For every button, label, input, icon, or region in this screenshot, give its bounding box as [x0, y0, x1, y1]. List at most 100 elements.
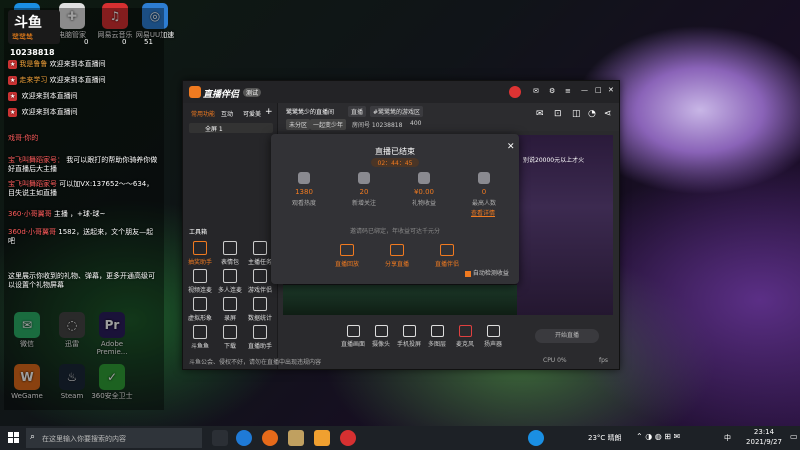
search-placeholder: 在这里输入你要搜索的内容 [42, 435, 126, 443]
toolbox-item[interactable]: 下载 [217, 325, 243, 350]
netease-music-taskbar-icon[interactable] [340, 430, 356, 446]
toolbox-item[interactable]: 数据统计 [247, 297, 273, 322]
stat-label: 观看热度 [291, 200, 316, 207]
clock-time[interactable]: 23:14 [744, 428, 784, 436]
stat-label: 最高人数 [471, 200, 496, 207]
toolbox-item[interactable]: 斗鱼鱼 [187, 325, 213, 350]
category-chip[interactable]: 直播 [348, 106, 367, 117]
cpu-usage: CPU 0% [543, 357, 567, 364]
start-stream-button[interactable]: 开始直播 [535, 329, 599, 343]
chat-message: 戏哥·你的 [8, 134, 158, 143]
camera-icon[interactable]: ◫ [572, 109, 581, 119]
tool-icon [193, 297, 207, 311]
tool-label: 主播任务 [247, 259, 272, 266]
clock-date[interactable]: 2021/9/27 [744, 438, 784, 446]
scene-item[interactable]: 全屏 1 [189, 123, 273, 133]
toolbox-item[interactable]: 游戏伴侣 [247, 269, 273, 294]
source-icon [430, 325, 444, 337]
tool-icon [193, 325, 207, 339]
tool-icon [193, 241, 207, 255]
toolbox-item[interactable]: 表情包 [217, 241, 243, 266]
toolbox-item[interactable]: 主播任务 [247, 241, 273, 266]
input-language[interactable]: 中 [724, 433, 731, 443]
maximize-icon[interactable]: □ [595, 86, 602, 94]
stream-title[interactable]: 鹭鹭鸶少的直播间 [286, 107, 334, 116]
chat-message: ★ 走来学习 欢迎来到本直播间 [8, 76, 158, 85]
stat-label: 新增关注 [351, 200, 376, 207]
notification-center-icon[interactable]: ▭ [790, 432, 798, 441]
toolbox-item[interactable]: 视频连麦 [187, 269, 213, 294]
tab-beauty[interactable]: 可爱美 [243, 109, 261, 118]
auto-check[interactable]: 自动检测收益 [465, 268, 509, 277]
chat-message: ★ 我是鲁鲁 欢迎来到本直播间 [8, 60, 158, 69]
stream-source-tool[interactable]: 直播画面 [339, 325, 367, 348]
dialog-action-button[interactable]: 分享直播 [377, 244, 417, 268]
source-label: 多图层 [427, 341, 446, 348]
toolbox-item[interactable]: 多人连麦 [217, 269, 243, 294]
tag-chip[interactable]: #鹭鹭鸶的游戏区 [370, 106, 424, 117]
stat-icon [478, 172, 490, 184]
stream-source-tool[interactable]: 手机投屏 [395, 325, 423, 348]
minimize-icon[interactable]: — [581, 86, 588, 94]
title-bar[interactable]: 直播伴侣 测试 ✉ ⚙ ≡ — □ ✕ [183, 81, 619, 103]
toolbox-item[interactable]: 直播助手 [247, 325, 273, 350]
stat-icon [298, 172, 310, 184]
windows-start-icon[interactable] [8, 432, 20, 444]
tray-icons[interactable]: ⌃ ◑ ◍ ⊞ ✉ [636, 432, 680, 441]
stat-label: 礼物收益 [411, 200, 436, 207]
preview-game-panel: 别说20000元以上才火 [517, 135, 613, 315]
overlay-stat-b: 0 [122, 38, 127, 46]
action-label: 直播回放 [334, 261, 359, 268]
avatar[interactable] [509, 86, 521, 98]
chat-user: 宝飞叫舞蹈家号 [8, 180, 57, 188]
stream-source-tool[interactable]: 摄像头 [367, 325, 395, 348]
chat-user: 360·小哥翼哥 [8, 210, 52, 218]
toolbox-item[interactable]: 录屏 [217, 297, 243, 322]
gift-icon[interactable]: ✉ [533, 87, 539, 95]
tool-label: 游戏伴侣 [247, 287, 272, 294]
search-input[interactable]: ⌕ 在这里输入你要搜索的内容 [26, 428, 202, 448]
dialog-action-button[interactable]: 直播回放 [327, 244, 367, 268]
qq-taskbar-icon[interactable] [528, 430, 544, 446]
tab-interaction[interactable]: 互动 [221, 109, 233, 118]
toolbox-item[interactable]: 抽奖助手 [187, 241, 213, 266]
settings-icon[interactable]: ⚙ [549, 87, 555, 95]
firefox-icon[interactable] [262, 430, 278, 446]
stream-source-tool[interactable]: 麦克风 [451, 325, 479, 348]
viewer-count: 400 [410, 120, 422, 127]
left-panel: 常用功能 互动 可爱美 + 全屏 1 工具箱 抽奖助手 表情包 主播任务 视频连麦 多人… [183, 103, 278, 369]
notification-icon[interactable]: ✉ [536, 109, 544, 119]
source-icon [458, 325, 472, 337]
add-scene-icon[interactable]: + [265, 107, 273, 117]
app-tag: 测试 [243, 88, 262, 97]
task-view-icon[interactable] [212, 430, 228, 446]
toolbox-item[interactable]: 虚拟形象 [187, 297, 213, 322]
share-icon[interactable]: ⋖ [604, 109, 612, 119]
tool-icon [253, 325, 267, 339]
weather[interactable]: 23°C 晴朗 [588, 433, 622, 443]
chat-message: 宝飞叫舞蹈家号： 我可以跟打的帮助你骑养你做好直播后大主播 [8, 156, 158, 174]
menu-icon[interactable]: ≡ [565, 87, 571, 95]
stream-source-tool[interactable]: 扬声器 [479, 325, 507, 348]
stat-value: 20 [359, 188, 369, 196]
dialog-close-icon[interactable]: ✕ [507, 142, 515, 152]
edge-icon[interactable] [236, 430, 252, 446]
tab-common[interactable]: 常用功能 [191, 109, 215, 118]
checkbox-icon[interactable] [465, 270, 471, 277]
subzone-chip[interactable]: 一起变少年 [310, 119, 347, 130]
lock-icon[interactable]: ⊡ [554, 109, 562, 119]
bell-icon[interactable]: ◔ [588, 109, 596, 119]
preview-text: 别说20000元以上才火 [523, 157, 585, 164]
preview-desktop [283, 285, 517, 315]
tool-label: 数据统计 [247, 315, 272, 322]
zone-chip[interactable]: 未分区 [286, 119, 311, 130]
chat-user: 我是鲁鲁 [19, 60, 48, 68]
stream-source-tool[interactable]: 多图层 [423, 325, 451, 348]
dialog-action-button[interactable]: 直播伴侣 [427, 244, 467, 268]
details-link[interactable]: 查看详情 [471, 208, 495, 217]
tool-label: 抽奖助手 [187, 259, 212, 266]
game-app-icon[interactable] [288, 430, 304, 446]
live-companion-taskbar-icon[interactable] [314, 430, 330, 446]
close-icon[interactable]: ✕ [608, 86, 614, 94]
stream-ended-dialog[interactable]: 直播已结束 02：44：45 ✕ 1380 观看热度 20 新增关注 ¥0.00 礼物收益… [271, 134, 519, 284]
